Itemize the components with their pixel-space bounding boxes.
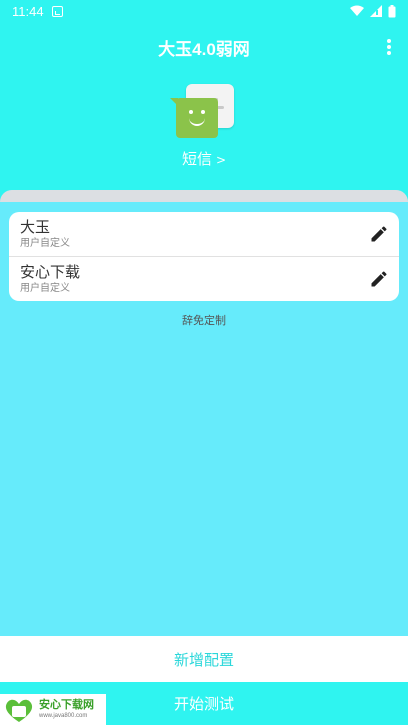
target-app-selector[interactable]: 短信 > (0, 148, 408, 169)
config-item[interactable]: 大玉 用户自定义 (9, 212, 399, 256)
app-title: 大玉4.0弱网 (158, 39, 250, 59)
more-dot-icon (387, 45, 391, 49)
exempt-custom-link[interactable]: 辞免定制 (0, 312, 408, 328)
chevron-right-icon: > (215, 153, 227, 167)
messages-app-icon[interactable] (170, 80, 236, 144)
edit-icon[interactable] (369, 269, 389, 289)
watermark-title: 安心下载网 (39, 699, 94, 711)
app-bar: 大玉4.0弱网 (0, 22, 408, 72)
config-title: 大玉 (20, 218, 51, 236)
smiley-bubble-icon (170, 98, 218, 138)
watermark-text: 安心下载网 www.java800.com (39, 699, 94, 720)
status-bar: 11:44 (0, 0, 408, 22)
more-dot-icon (387, 51, 391, 55)
target-app-label: 短信 (181, 150, 212, 168)
wifi-icon (350, 5, 364, 16)
config-title: 安心下载 (20, 263, 81, 281)
status-time: 11:44 (12, 3, 44, 19)
site-logo-icon (5, 699, 33, 722)
config-item[interactable]: 安心下载 用户自定义 (9, 256, 399, 301)
add-config-button[interactable]: 新增配置 (0, 636, 408, 682)
watermark: 安心下载网 www.java800.com (0, 694, 106, 725)
notification-icon (51, 5, 63, 17)
edit-icon[interactable] (369, 224, 389, 244)
status-icons (350, 4, 396, 18)
more-options-button[interactable] (384, 37, 394, 57)
config-list: 大玉 用户自定义 安心下载 用户自定义 (9, 212, 399, 301)
config-subtitle: 用户自定义 (20, 238, 70, 249)
watermark-url: www.java800.com (39, 713, 88, 719)
config-panel: 大玉 用户自定义 安心下载 用户自定义 辞免定制 (0, 190, 408, 636)
cellular-icon (370, 5, 382, 17)
more-dot-icon (387, 39, 391, 43)
panel-header-strip (0, 190, 408, 202)
battery-icon (388, 4, 396, 17)
config-subtitle: 用户自定义 (20, 283, 70, 294)
